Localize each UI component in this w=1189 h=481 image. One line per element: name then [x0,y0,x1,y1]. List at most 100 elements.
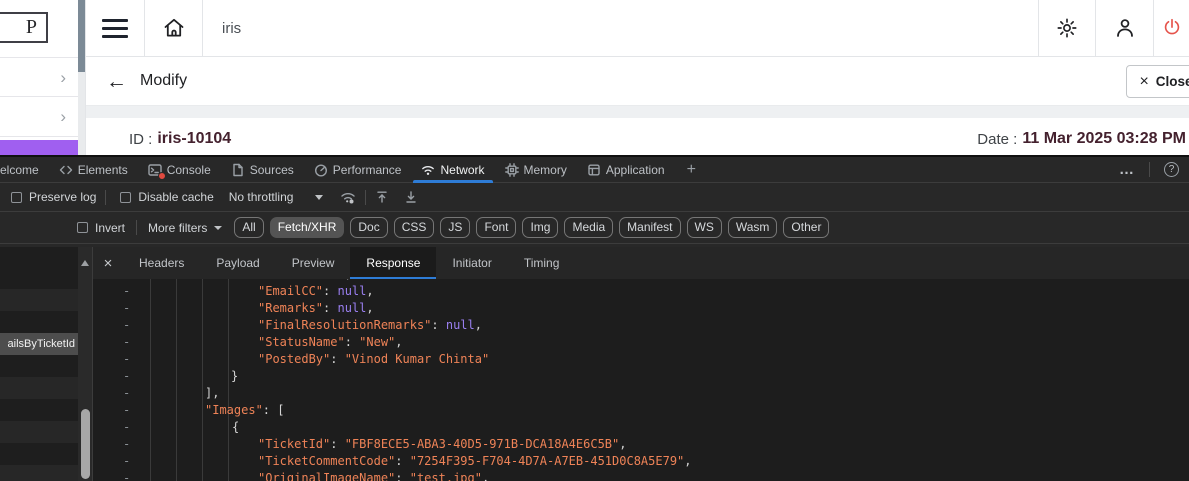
request-list-scrollbar[interactable] [78,247,93,481]
sidebar-menu-item-1[interactable]: › [0,57,78,97]
preserve-log-checkbox[interactable] [11,192,22,203]
detail-tab-response[interactable]: Response [350,247,436,279]
filter-pill-fetch-xhr[interactable]: Fetch/XHR [270,217,345,238]
devtools-tab-performance[interactable]: Performance [304,157,412,182]
filter-pill-media[interactable]: Media [564,217,613,238]
back-arrow-icon[interactable]: ← [106,71,127,92]
fold-marker-icon[interactable]: - [123,453,130,470]
json-token: "PostedBy" [258,352,330,366]
close-detail-icon[interactable]: × [93,247,123,279]
request-row[interactable] [0,289,78,311]
more-filters-caret[interactable] [214,226,222,230]
devtools-tab-network[interactable]: Network [411,157,494,182]
request-row[interactable] [0,421,78,443]
throttling-select[interactable]: No throttling [229,190,294,204]
export-har-icon[interactable] [404,190,418,204]
close-button[interactable]: × Close [1126,65,1189,98]
devtools-tab-application[interactable]: Application [577,157,675,182]
more-filters-button[interactable]: More filters [148,221,207,235]
scrollbar-thumb[interactable] [81,409,90,479]
devtools-tab-console[interactable]: Console [138,157,221,182]
fold-marker-icon[interactable]: - [123,351,130,368]
json-token: "TicketId" [258,437,330,451]
hamburger-menu-button[interactable] [86,0,145,56]
fold-marker-icon[interactable]: - [123,419,130,436]
filter-pill-wasm[interactable]: Wasm [728,217,778,238]
sidebar-menu-item-2[interactable]: › [0,97,78,137]
devtools-tab-elements[interactable]: Elements [49,157,138,182]
tab-label: Timing [524,256,560,270]
request-row-selected[interactable]: ailsByTicketId [0,333,78,355]
tab-label: Payload [216,256,259,270]
filter-pill-all[interactable]: All [234,217,263,238]
fold-marker-icon[interactable]: - [123,402,130,419]
invert-label[interactable]: Invert [95,221,125,235]
devtools-tab-sources[interactable]: Sources [221,157,304,182]
filter-pill-img[interactable]: Img [522,217,558,238]
memory-chip-icon [505,163,519,177]
fold-marker-icon[interactable]: - [123,436,130,453]
json-token: : [431,318,445,332]
filter-pill-manifest[interactable]: Manifest [619,217,680,238]
detail-tab-preview[interactable]: Preview [276,247,351,279]
settings-button[interactable] [1038,0,1095,56]
throttling-dropdown-caret[interactable] [315,195,323,200]
scroll-up-arrow-icon[interactable] [81,260,89,266]
detail-tab-payload[interactable]: Payload [200,247,275,279]
fold-marker-icon[interactable]: - [123,283,130,300]
request-row[interactable] [0,267,78,289]
profile-button[interactable] [1095,0,1153,56]
plus-icon: + [687,161,696,179]
fold-marker-icon[interactable]: - [123,317,130,334]
fold-marker-icon[interactable]: - [123,334,130,351]
json-token: "FinalResolutionRemarks" [258,318,431,332]
devtools-tab-welcome[interactable]: elcome [0,157,49,182]
request-row[interactable] [0,377,78,399]
detail-tab-timing[interactable]: Timing [508,247,576,279]
request-row[interactable] [0,399,78,421]
network-conditions-icon[interactable] [340,190,356,205]
tab-label: Sources [250,163,294,177]
top-bar: iris [86,0,1189,57]
request-row[interactable] [0,355,78,377]
import-har-icon[interactable] [375,190,389,204]
disable-cache-checkbox[interactable] [120,192,131,203]
filter-pill-font[interactable]: Font [476,217,516,238]
request-row[interactable] [0,443,78,465]
more-options-icon[interactable]: … [1111,161,1143,178]
invert-checkbox[interactable] [77,222,88,233]
response-viewer[interactable]: -"Deleted": 2,-"EmailCC": null,-"Remarks… [93,279,1189,481]
detail-tab-initiator[interactable]: Initiator [436,247,507,279]
chevron-right-icon: › [60,69,66,86]
json-token: : [323,284,337,298]
page-scrollbar-thumb[interactable] [78,0,85,72]
logout-button[interactable] [1153,0,1189,56]
fold-marker-icon[interactable]: - [123,368,130,385]
detail-tab-headers[interactable]: Headers [123,247,200,279]
page-scrollbar[interactable] [78,0,85,155]
request-row[interactable] [0,311,78,333]
response-line: -} [93,368,1189,385]
filter-pill-other[interactable]: Other [783,217,829,238]
more-tools-button[interactable]: + [675,157,708,182]
filter-pill-ws[interactable]: WS [687,217,722,238]
filter-pills: All Fetch/XHRDoc CSSJS Font Img Media Manifest… [234,217,829,238]
code-brackets-icon [59,163,73,177]
request-row[interactable] [0,465,78,481]
filter-pill-js[interactable]: JS [440,217,470,238]
json-token: , [475,318,482,332]
devtools-tab-memory[interactable]: Memory [495,157,577,182]
filter-pill-doc[interactable]: Doc [350,217,387,238]
fold-marker-icon[interactable]: - [123,470,130,481]
disable-cache-label[interactable]: Disable cache [138,190,213,204]
fold-marker-icon[interactable]: - [123,385,130,402]
response-line: -"TicketCommentCode": "7254F395-F704-4D7… [93,453,1189,470]
fold-marker-icon[interactable]: - [123,300,130,317]
home-button[interactable] [145,0,203,56]
app-logo[interactable]: P [0,12,48,43]
gear-icon [1056,17,1078,39]
help-icon[interactable]: ? [1164,162,1179,177]
sidebar-active-item[interactable] [0,140,78,155]
filter-pill-css[interactable]: CSS [394,217,435,238]
preserve-log-label[interactable]: Preserve log [29,190,96,204]
